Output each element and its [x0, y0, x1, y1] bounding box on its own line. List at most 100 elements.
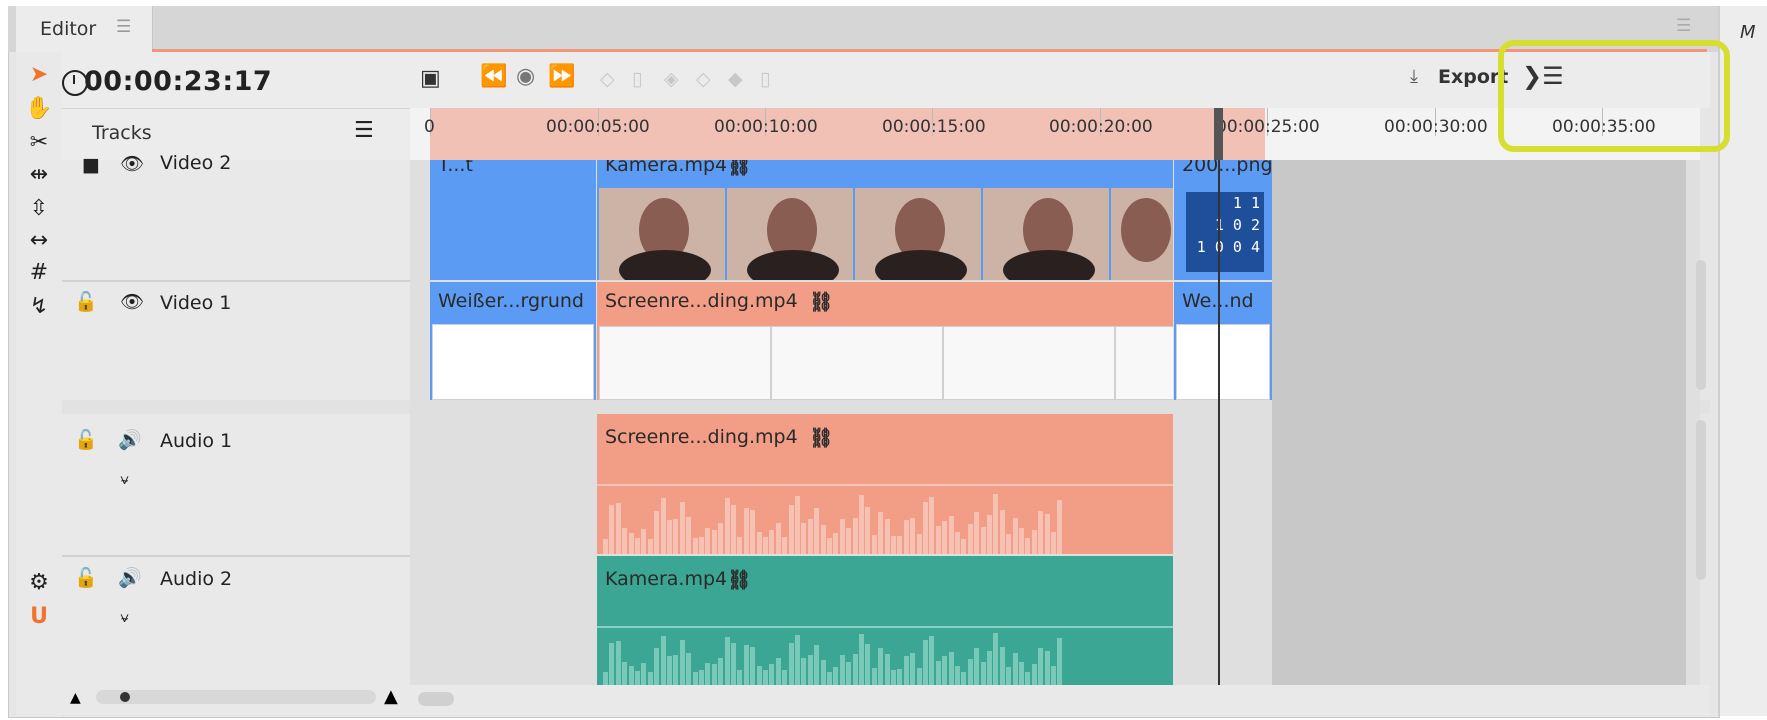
zoom-in-icon[interactable]: ▲ — [384, 686, 398, 707]
waveform-bar — [910, 518, 916, 554]
ruler-label: 00:00:05:00 — [546, 117, 650, 137]
tab-editor[interactable]: Editor ☰ — [16, 6, 153, 52]
clip-audio2-kamera[interactable]: Kamera.mp4 ⛓ — [597, 556, 1173, 685]
zoom-slider[interactable] — [96, 690, 376, 704]
link-icon: ⛓ — [809, 291, 834, 313]
clip-video2-image[interactable]: 200...png 1 1 1 0 2 1 0 0 4 — [1174, 160, 1272, 280]
link-icon: ⛓ — [727, 160, 752, 177]
waveform-bar — [827, 538, 832, 554]
waveform-bar — [980, 527, 986, 554]
waveform-bar — [750, 510, 756, 554]
clip-video1-background-end[interactable]: We...nd — [1174, 282, 1272, 400]
waveform-bar — [737, 670, 743, 685]
waveform-bar — [686, 653, 692, 685]
speaker-icon[interactable]: 🔊 — [118, 428, 142, 451]
rewind-icon[interactable]: ⏪ — [480, 64, 507, 89]
waveform-bar — [788, 643, 794, 685]
volume-curve-icon[interactable]: ⍱ — [120, 470, 129, 488]
waveform — [603, 488, 1063, 554]
waveform-bar — [961, 539, 967, 554]
marker-icon[interactable]: ▯ — [632, 68, 642, 90]
lock-icon[interactable]: 🔓 — [74, 428, 98, 451]
volume-curve-icon[interactable]: ⍱ — [120, 608, 129, 626]
image-text: 1 1 — [1232, 194, 1260, 212]
waveform-bar — [1051, 666, 1056, 685]
waveform-bar — [724, 498, 730, 554]
clip-video2-title[interactable]: T...t — [430, 160, 596, 280]
waveform-bar — [603, 672, 608, 685]
roll-tool-icon[interactable]: ⇳ — [24, 194, 54, 224]
curve-tool-icon[interactable]: ↯ — [24, 292, 54, 322]
tracks-menu-icon[interactable]: ☰ — [354, 118, 374, 143]
waveform-bar — [916, 668, 922, 685]
waveform-bar — [782, 670, 788, 685]
settings-gear-icon[interactable]: ⚙ — [24, 568, 54, 598]
eye-icon[interactable]: 👁 — [120, 290, 144, 313]
waveform-bar — [795, 496, 800, 554]
waveform-bar — [1006, 667, 1012, 685]
waveform-bar — [763, 670, 768, 685]
clip-label: T...t — [438, 160, 473, 176]
waveform-bar — [641, 663, 647, 685]
clip-audio1-screenrecording[interactable]: Screenre...ding.mp4 ⛓ — [597, 414, 1173, 554]
clip-divider — [597, 626, 1173, 628]
eye-icon[interactable]: 👁 — [120, 152, 144, 175]
waveform-bar — [660, 636, 666, 685]
waveform-bar — [795, 635, 800, 685]
tab-menu-icon[interactable]: ☰ — [116, 18, 136, 36]
ripple-tool-icon[interactable]: ⇹ — [24, 160, 54, 190]
lock-icon[interactable]: 🔓 — [74, 290, 98, 313]
lock-icon[interactable]: 🔓 — [74, 566, 98, 589]
lock-icon[interactable]: ■ — [82, 154, 100, 176]
export-icon[interactable]: ⤓ — [1410, 66, 1418, 87]
waveform-bar — [987, 651, 992, 685]
slip-tool-icon[interactable]: ↔ — [24, 226, 54, 256]
zoom-out-icon[interactable]: ▲ — [70, 690, 81, 706]
vertical-scrollbar[interactable] — [1696, 420, 1706, 580]
waveform-bar — [628, 533, 634, 554]
clip-video2-kamera[interactable]: Kamera.mp4 ⛓ — [597, 160, 1173, 280]
snap-grid-icon[interactable]: # — [24, 258, 54, 288]
speaker-icon[interactable]: 🔊 — [118, 566, 142, 589]
playhead-handle[interactable] — [1214, 108, 1223, 160]
hand-tool-icon[interactable]: ✋ — [24, 94, 54, 124]
pointer-tool-icon[interactable]: ➤ — [24, 60, 54, 90]
vertical-scrollbar[interactable] — [1696, 260, 1706, 390]
horizontal-scrollbar[interactable] — [418, 692, 454, 706]
waveform-bar — [635, 671, 640, 685]
record-icon[interactable]: ◉ — [516, 64, 535, 89]
waveform-bar — [839, 519, 845, 554]
next-keyframe-icon[interactable]: ◆ — [728, 68, 743, 90]
prev-marker-icon[interactable]: ◇ — [600, 68, 615, 90]
magnet-icon[interactable]: U — [24, 602, 54, 632]
razor-tool-icon[interactable]: ✂ — [24, 128, 54, 158]
thumbnail — [983, 188, 1109, 280]
prev-keyframe-icon[interactable]: ◇ — [696, 68, 711, 90]
add-marker-icon[interactable]: ◈ — [664, 68, 679, 90]
waveform-bar — [820, 525, 826, 554]
waveform-bar — [1038, 511, 1044, 554]
waveform-bar — [884, 519, 890, 554]
keyframe-icon[interactable]: ▯ — [760, 68, 770, 90]
clip-video1-background[interactable]: Weißer...rgrund — [430, 282, 596, 400]
clip-video1-screenrecording[interactable]: Screenre...ding.mp4 ⛓ — [597, 282, 1173, 400]
waveform-bar — [635, 538, 640, 554]
waveform-bar — [942, 521, 948, 554]
waveform-bar — [1006, 534, 1012, 554]
playhead-line[interactable] — [1218, 160, 1220, 685]
fast-forward-icon[interactable]: ⏩ — [548, 64, 575, 89]
waveform-bar — [1031, 664, 1037, 685]
track-name: Video 1 — [160, 292, 232, 314]
waveform-bar — [980, 662, 986, 685]
waveform-bar — [788, 505, 794, 554]
panel-menu-icon[interactable]: ☰ — [1676, 16, 1691, 36]
waveform-bar — [724, 637, 730, 685]
timecode-display[interactable]: 00:00:23:17 — [84, 66, 272, 97]
waveform-bar — [699, 670, 704, 685]
timeline-empty-region — [1272, 160, 1686, 685]
waveform-bar — [839, 655, 845, 685]
waveform-bar — [667, 520, 672, 554]
waveform — [603, 630, 1063, 685]
zoom-slider-knob[interactable] — [120, 692, 130, 702]
thumbnail-view-icon[interactable]: ▣ — [420, 66, 441, 91]
